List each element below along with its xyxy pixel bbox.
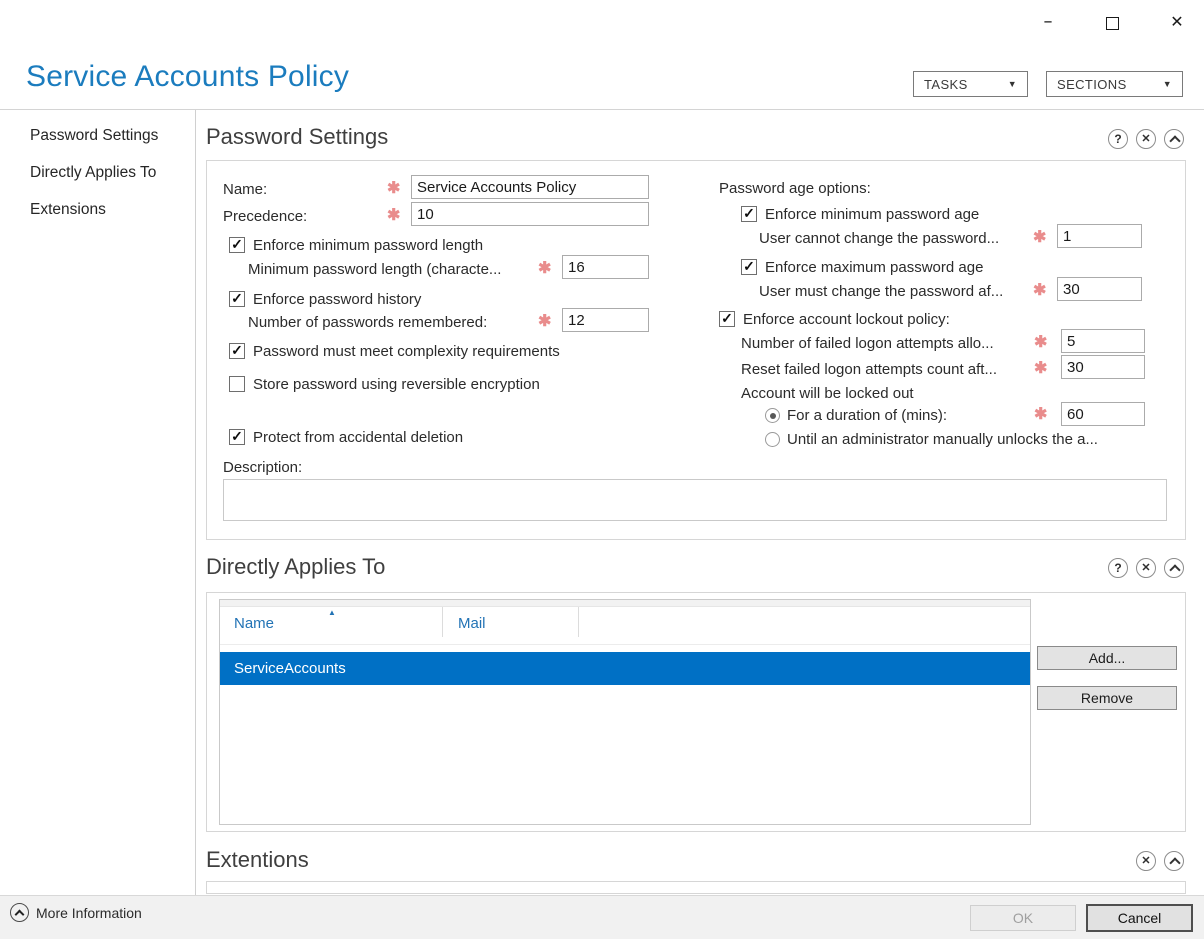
section-close-icon[interactable]: ✕ bbox=[1136, 558, 1156, 578]
sections-button[interactable]: SECTIONS ▼ bbox=[1046, 71, 1183, 97]
section-nav-sidebar: Password Settings Directly Applies To Ex… bbox=[0, 110, 196, 895]
section-close-icon[interactable]: ✕ bbox=[1136, 851, 1156, 871]
tasks-button[interactable]: TASKS ▼ bbox=[913, 71, 1028, 97]
section-collapse-icon[interactable] bbox=[1164, 851, 1184, 871]
failed-attempts-label: Number of failed logon attempts allo... bbox=[741, 335, 994, 352]
applies-to-list: Name ▲ Mail ServiceAccounts bbox=[219, 599, 1031, 825]
reversible-encryption-label: Store password using reversible encrypti… bbox=[253, 376, 540, 393]
reversible-encryption-checkbox[interactable] bbox=[229, 376, 245, 392]
add-button[interactable]: Add... bbox=[1037, 646, 1177, 670]
until-admin-radio[interactable] bbox=[765, 432, 780, 447]
enforce-max-age-checkbox[interactable]: ✓ bbox=[741, 259, 757, 275]
more-information-label[interactable]: More Information bbox=[36, 905, 142, 921]
complexity-label: Password must meet complexity requiremen… bbox=[253, 343, 560, 360]
failed-attempts-input[interactable] bbox=[1061, 329, 1145, 353]
maximize-icon bbox=[1105, 17, 1119, 30]
section-collapse-icon[interactable] bbox=[1164, 558, 1184, 578]
enforce-history-label: Enforce password history bbox=[253, 291, 422, 308]
help-icon[interactable]: ? bbox=[1108, 558, 1128, 578]
protect-deletion-checkbox[interactable]: ✓ bbox=[229, 429, 245, 445]
column-divider[interactable] bbox=[578, 607, 579, 637]
required-icon: ✱ bbox=[538, 260, 552, 277]
min-age-input[interactable] bbox=[1057, 224, 1142, 248]
required-icon: ✱ bbox=[1033, 282, 1047, 299]
duration-radio[interactable] bbox=[765, 408, 780, 423]
extensions-section-title: Extentions bbox=[206, 847, 309, 872]
min-length-label: Minimum password length (characte... bbox=[248, 261, 502, 278]
duration-input[interactable] bbox=[1061, 402, 1145, 426]
enforce-max-age-label: Enforce maximum password age bbox=[765, 259, 984, 276]
maximize-button[interactable] bbox=[1094, 8, 1130, 36]
extensions-panel bbox=[206, 881, 1186, 894]
enforce-history-checkbox[interactable]: ✓ bbox=[229, 291, 245, 307]
duration-label: For a duration of (mins): bbox=[787, 407, 948, 424]
column-header-mail[interactable]: Mail bbox=[458, 615, 486, 632]
cancel-button[interactable]: Cancel bbox=[1086, 904, 1193, 932]
history-label: Number of passwords remembered: bbox=[248, 314, 488, 331]
required-icon: ✱ bbox=[1034, 406, 1048, 423]
lockout-policy-label: Enforce account lockout policy: bbox=[743, 311, 950, 328]
locked-out-label: Account will be locked out bbox=[741, 385, 914, 402]
age-options-label: Password age options: bbox=[719, 180, 871, 197]
tasks-button-label: TASKS bbox=[924, 76, 968, 92]
chevron-down-icon: ▼ bbox=[1007, 79, 1017, 89]
sections-button-label: SECTIONS bbox=[1057, 76, 1127, 92]
password-settings-section-title: Password Settings bbox=[206, 124, 389, 149]
ok-button[interactable]: OK bbox=[970, 905, 1076, 931]
minimize-button[interactable]: – bbox=[1030, 8, 1066, 36]
precedence-input[interactable] bbox=[411, 202, 649, 226]
service-accounts-policy-dialog: – ✕ Service Accounts Policy TASKS ▼ SECT… bbox=[0, 0, 1204, 939]
enforce-min-length-checkbox[interactable]: ✓ bbox=[229, 237, 245, 253]
protect-deletion-label: Protect from accidental deletion bbox=[253, 429, 464, 446]
description-input[interactable] bbox=[223, 479, 1167, 521]
directly-applies-to-section-title: Directly Applies To bbox=[206, 554, 386, 579]
page-title: Service Accounts Policy bbox=[26, 60, 350, 93]
required-icon: ✱ bbox=[538, 313, 552, 330]
column-divider[interactable] bbox=[442, 607, 443, 637]
name-label: Name: bbox=[223, 181, 268, 198]
section-collapse-icon[interactable] bbox=[1164, 129, 1184, 149]
max-age-label: User must change the password af... bbox=[759, 283, 1004, 300]
min-length-input[interactable] bbox=[562, 255, 649, 279]
enforce-min-age-label: Enforce minimum password age bbox=[765, 206, 980, 223]
remove-button[interactable]: Remove bbox=[1037, 686, 1177, 710]
close-icon: ✕ bbox=[1170, 12, 1184, 31]
enforce-min-age-checkbox[interactable]: ✓ bbox=[741, 206, 757, 222]
min-age-label: User cannot change the password... bbox=[759, 230, 1000, 247]
lockout-policy-checkbox[interactable]: ✓ bbox=[719, 311, 735, 327]
section-close-icon[interactable]: ✕ bbox=[1136, 129, 1156, 149]
reset-count-label: Reset failed logon attempts count aft... bbox=[741, 361, 997, 378]
until-admin-label: Until an administrator manually unlocks … bbox=[787, 431, 1098, 448]
more-information-collapse-icon[interactable] bbox=[10, 903, 29, 922]
chevron-down-icon: ▼ bbox=[1162, 79, 1172, 89]
column-header-name[interactable]: Name bbox=[234, 615, 274, 632]
sidebar-item-directly-applies-to[interactable]: Directly Applies To bbox=[30, 164, 156, 182]
sidebar-item-password-settings[interactable]: Password Settings bbox=[30, 127, 158, 145]
required-icon: ✱ bbox=[1034, 360, 1048, 377]
required-icon: ✱ bbox=[1034, 334, 1048, 351]
help-icon[interactable]: ? bbox=[1108, 129, 1128, 149]
description-label: Description: bbox=[223, 459, 303, 476]
enforce-min-length-label: Enforce minimum password length bbox=[253, 237, 484, 254]
directly-applies-to-panel: Name ▲ Mail ServiceAccounts Add... Remov… bbox=[206, 592, 1186, 832]
history-input[interactable] bbox=[562, 308, 649, 332]
precedence-label: Precedence: bbox=[223, 208, 308, 225]
complexity-checkbox[interactable]: ✓ bbox=[229, 343, 245, 359]
header-divider bbox=[220, 644, 1030, 645]
minimize-icon: – bbox=[1043, 11, 1053, 32]
list-header-strip bbox=[220, 600, 1030, 607]
password-settings-panel: Name: ✱ Precedence: ✱ ✓ Enforce minimum … bbox=[206, 160, 1186, 540]
reset-count-input[interactable] bbox=[1061, 355, 1145, 379]
required-icon: ✱ bbox=[387, 180, 401, 197]
sort-ascending-icon: ▲ bbox=[328, 608, 336, 617]
required-icon: ✱ bbox=[387, 207, 401, 224]
table-row-serviceaccounts[interactable]: ServiceAccounts bbox=[220, 652, 1030, 685]
max-age-input[interactable] bbox=[1057, 277, 1142, 301]
sidebar-item-extensions[interactable]: Extensions bbox=[30, 201, 106, 219]
close-button[interactable]: ✕ bbox=[1159, 8, 1195, 36]
required-icon: ✱ bbox=[1033, 229, 1047, 246]
name-input[interactable] bbox=[411, 175, 649, 199]
